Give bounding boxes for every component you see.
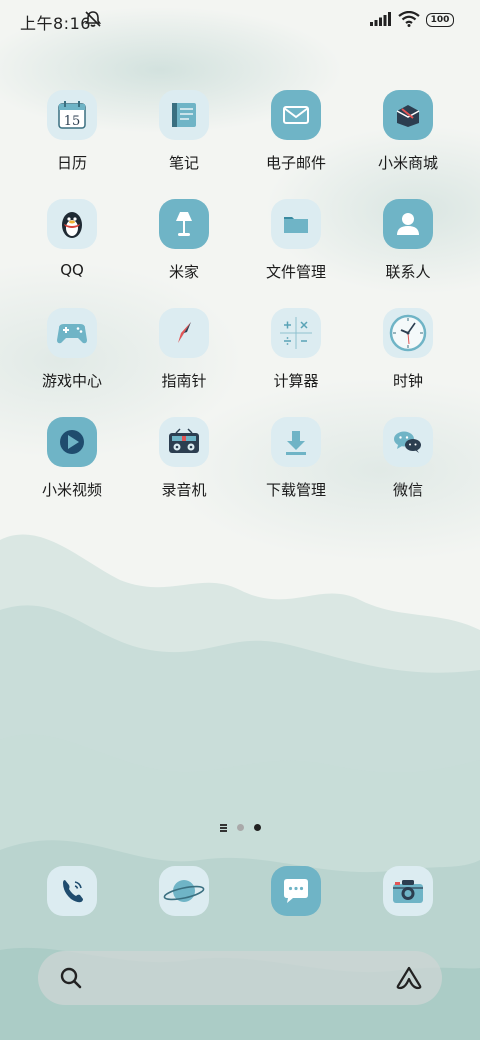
phone-icon xyxy=(47,866,97,916)
app-label: 指南针 xyxy=(161,372,207,390)
clock-icon xyxy=(383,308,433,358)
app-recorder[interactable]: 录音机 xyxy=(128,417,240,499)
app-mijia[interactable]: 米家 xyxy=(128,199,240,281)
app-mi-video[interactable]: 小米视频 xyxy=(16,417,128,499)
status-time: 上午8:16 xyxy=(20,14,91,33)
browser-planet-icon xyxy=(159,866,209,916)
app-label: 录音机 xyxy=(161,481,207,499)
dock-camera[interactable] xyxy=(352,866,464,916)
app-label: 电子邮件 xyxy=(265,154,326,172)
app-label: 时钟 xyxy=(392,372,423,390)
download-icon xyxy=(271,417,321,467)
app-game-center[interactable]: 游戏中心 xyxy=(16,308,128,390)
search-bar[interactable] xyxy=(38,951,442,1005)
messages-icon xyxy=(271,866,321,916)
app-mi-store[interactable]: 小米商城 xyxy=(352,90,464,172)
page-dot xyxy=(236,824,244,832)
cell-signal-icon xyxy=(370,12,391,26)
app-label: 笔记 xyxy=(168,154,199,172)
app-calendar[interactable]: 15 日历 xyxy=(16,90,128,172)
app-downloads[interactable]: 下载管理 xyxy=(240,417,352,499)
compass-icon xyxy=(159,308,209,358)
app-label: 联系人 xyxy=(385,263,431,281)
folder-icon xyxy=(271,199,321,249)
app-files[interactable]: 文件管理 xyxy=(240,199,352,281)
app-wechat[interactable]: 微信 xyxy=(352,417,464,499)
app-label: QQ xyxy=(60,261,84,279)
app-qq[interactable]: QQ xyxy=(16,199,128,281)
calculator-icon xyxy=(271,308,321,358)
recorder-icon xyxy=(159,417,209,467)
status-bar: 上午8:16 100 xyxy=(0,0,480,40)
app-compass[interactable]: 指南针 xyxy=(128,308,240,390)
app-label: 文件管理 xyxy=(265,263,326,281)
app-label: 日历 xyxy=(56,154,87,172)
app-email[interactable]: 电子邮件 xyxy=(240,90,352,172)
mijia-lamp-icon xyxy=(159,199,209,249)
calendar-icon: 15 xyxy=(47,90,97,140)
page-list-icon xyxy=(219,824,227,832)
app-label: 小米视频 xyxy=(41,481,102,499)
notes-icon xyxy=(159,90,209,140)
page-dot-active xyxy=(253,824,261,832)
ai-assistant-icon[interactable] xyxy=(394,965,424,991)
email-icon xyxy=(271,90,321,140)
mi-store-icon xyxy=(383,90,433,140)
app-grid: 15 日历 笔记 电子邮件 小米商城 QQ 米家 文件管理 联系人 游戏中心 指… xyxy=(16,90,464,499)
dock-browser[interactable] xyxy=(128,866,240,916)
qq-penguin-icon xyxy=(47,199,97,249)
app-label: 计算器 xyxy=(273,372,319,390)
video-play-icon xyxy=(47,417,97,467)
wifi-icon xyxy=(398,11,420,27)
battery-indicator: 100 xyxy=(426,13,454,27)
app-clock[interactable]: 时钟 xyxy=(352,308,464,390)
page-indicator[interactable] xyxy=(0,824,480,832)
wechat-icon xyxy=(383,417,433,467)
app-label: 小米商城 xyxy=(377,154,438,172)
dock xyxy=(16,866,464,916)
svg-text:15: 15 xyxy=(64,114,81,129)
app-contacts[interactable]: 联系人 xyxy=(352,199,464,281)
search-icon xyxy=(60,967,82,989)
mute-bell-icon xyxy=(84,11,102,27)
app-label: 下载管理 xyxy=(265,481,326,499)
dock-phone[interactable] xyxy=(16,866,128,916)
app-calculator[interactable]: 计算器 xyxy=(240,308,352,390)
camera-icon xyxy=(383,866,433,916)
app-label: 微信 xyxy=(392,481,423,499)
gamepad-icon xyxy=(47,308,97,358)
app-label: 米家 xyxy=(168,263,199,281)
app-label: 游戏中心 xyxy=(41,372,102,390)
contact-person-icon xyxy=(383,199,433,249)
app-notes[interactable]: 笔记 xyxy=(128,90,240,172)
dock-messages[interactable] xyxy=(240,866,352,916)
